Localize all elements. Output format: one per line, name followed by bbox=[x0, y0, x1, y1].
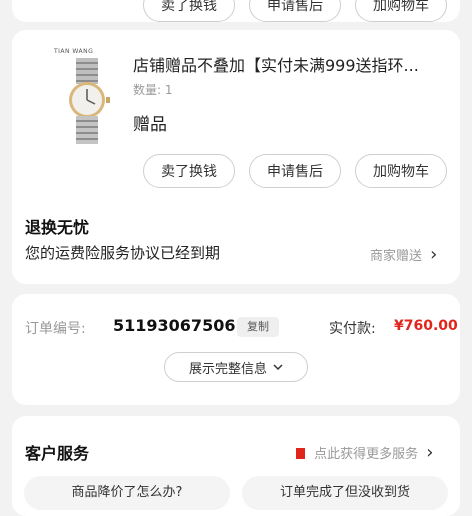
service-title: 客户服务 bbox=[25, 444, 90, 463]
watch-image[interactable] bbox=[52, 58, 122, 144]
paid-label: 实付款: bbox=[329, 321, 376, 337]
order-number: 51193067506 bbox=[113, 316, 236, 335]
more-service-link[interactable]: 点此获得更多服务 › bbox=[296, 442, 434, 463]
gift-tag: 赠品 bbox=[133, 115, 167, 135]
faq-price-drop[interactable]: 商品降价了怎么办? bbox=[24, 476, 230, 510]
expand-info-label: 展示完整信息 bbox=[188, 361, 267, 377]
add-cart-button[interactable]: 加购物车 bbox=[355, 154, 447, 188]
top-sell-button[interactable]: 卖了换钱 bbox=[143, 0, 235, 22]
return-title: 退换无忧 bbox=[25, 218, 90, 237]
sell-button[interactable]: 卖了换钱 bbox=[143, 154, 235, 188]
top-card: 卖了换钱 申请售后 加购物车 bbox=[12, 0, 460, 22]
chevron-down-icon bbox=[273, 364, 283, 371]
service-card: 客户服务 点此获得更多服务 › 商品降价了怎么办? 订单完成了但没收到货 bbox=[12, 416, 460, 516]
more-service-label: 点此获得更多服务 bbox=[314, 447, 419, 462]
service-badge-icon bbox=[296, 448, 305, 459]
top-aftersale-button[interactable]: 申请售后 bbox=[249, 0, 341, 22]
chevron-right-icon: › bbox=[430, 244, 438, 265]
order-card: 订单编号: 51193067506 复制 实付款: ¥760.00 展示完整信息 bbox=[12, 294, 460, 405]
chevron-right-icon: › bbox=[426, 442, 434, 463]
expand-info-button[interactable]: 展示完整信息 bbox=[164, 352, 308, 382]
paid-amount: ¥760.00 bbox=[394, 318, 458, 334]
copy-button[interactable]: 复制 bbox=[237, 317, 279, 337]
brand-mark: TIAN WANG bbox=[54, 48, 94, 55]
return-desc: 您的运费险服务协议已经到期 bbox=[25, 244, 221, 262]
product-quantity: 数量: 1 bbox=[133, 83, 173, 97]
order-number-label: 订单编号: bbox=[25, 321, 86, 337]
merchant-gift-link[interactable]: 商家赠送 › bbox=[370, 244, 437, 265]
faq-not-received[interactable]: 订单完成了但没收到货 bbox=[242, 476, 448, 510]
aftersale-button[interactable]: 申请售后 bbox=[249, 154, 341, 188]
top-addcart-button[interactable]: 加购物车 bbox=[355, 0, 447, 22]
product-title[interactable]: 店铺赠品不叠加【实付未满999送指环... bbox=[133, 52, 419, 76]
merchant-gift-label: 商家赠送 bbox=[370, 249, 423, 264]
product-card: TIAN WANG 店铺赠品不叠加【实付未满999送指环... 数量: 1 赠品… bbox=[12, 30, 460, 284]
